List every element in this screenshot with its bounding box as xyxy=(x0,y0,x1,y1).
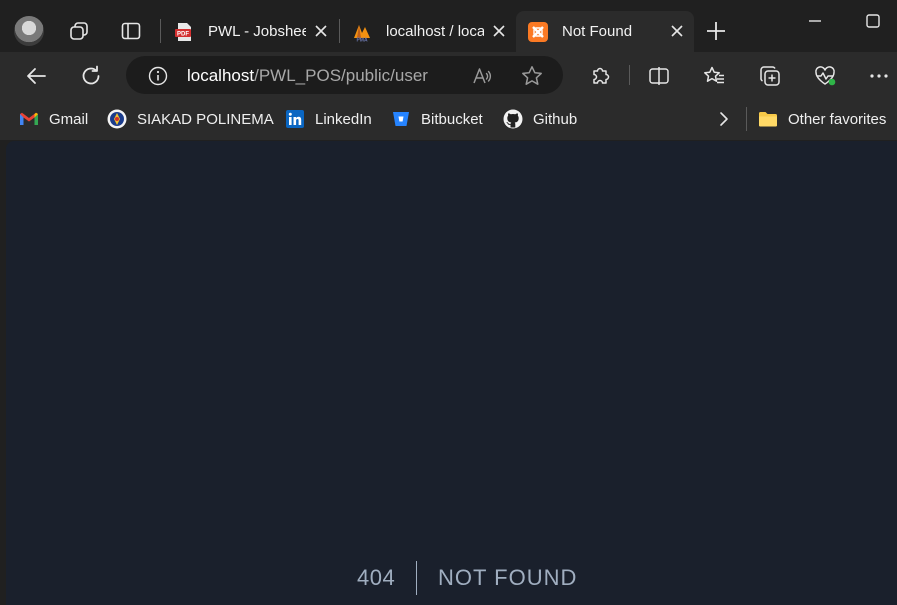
other-favorites-label: Other favorites xyxy=(788,110,887,128)
back-icon[interactable] xyxy=(24,64,48,88)
favorites-overflow-chevron-icon[interactable] xyxy=(714,108,734,130)
favorite-github[interactable]: Github xyxy=(503,108,577,130)
close-tab-icon[interactable] xyxy=(490,22,508,40)
xampp-icon xyxy=(528,21,548,42)
navigation-toolbar: localhost/PWL_POS/public/user xyxy=(0,52,897,98)
profile-avatar[interactable] xyxy=(14,16,44,46)
url-host: localhost xyxy=(187,66,255,85)
refresh-icon[interactable] xyxy=(79,64,103,88)
phpmyadmin-icon: PMA xyxy=(352,22,372,42)
pdf-icon: PDF xyxy=(174,22,194,42)
tab-phpmyadmin[interactable]: PMA localhost / loca xyxy=(340,11,516,52)
close-tab-icon[interactable] xyxy=(312,22,330,40)
error-message: NOT FOUND xyxy=(438,565,578,590)
maximize-icon[interactable] xyxy=(864,12,882,30)
other-favorites-folder[interactable]: Other favorites xyxy=(758,108,886,130)
tab-not-found[interactable]: Not Found xyxy=(516,11,694,52)
tab-strip: PDF PWL - Jobshee PMA localhost / loca N… xyxy=(0,0,897,52)
tab-title: localhost / loca xyxy=(386,23,484,40)
favorite-label: Github xyxy=(533,110,578,128)
error-divider xyxy=(416,561,417,595)
collections-icon[interactable] xyxy=(758,64,782,88)
favorites-bar: Gmail SIAKAD POLINEMA LinkedIn Bitbucket… xyxy=(0,98,897,140)
favorites-separator xyxy=(746,107,747,131)
error-code: 404 xyxy=(357,565,396,590)
url-text[interactable]: localhost/PWL_POS/public/user xyxy=(187,66,428,86)
tab-title: Not Found xyxy=(562,23,633,40)
split-screen-icon[interactable] xyxy=(647,64,671,88)
github-icon xyxy=(503,109,523,129)
favorite-siakad-polinema[interactable]: SIAKAD POLINEMA xyxy=(107,108,274,130)
tab-title: PWL - Jobshee xyxy=(208,23,306,40)
vertical-tabs-icon[interactable] xyxy=(120,20,142,42)
tab-pwl-jobsheet[interactable]: PDF PWL - Jobshee xyxy=(162,11,338,52)
favorite-label: Gmail xyxy=(49,110,89,128)
workspaces-icon[interactable] xyxy=(68,20,90,42)
favorite-label: LinkedIn xyxy=(315,110,372,128)
folder-icon xyxy=(758,109,778,129)
linkedin-icon xyxy=(285,109,305,129)
favorite-star-icon[interactable] xyxy=(520,64,544,88)
address-bar[interactable]: localhost/PWL_POS/public/user xyxy=(126,56,563,94)
favorite-bitbucket[interactable]: Bitbucket xyxy=(391,108,483,130)
toolbar-separator xyxy=(629,65,630,85)
favorite-gmail[interactable]: Gmail xyxy=(19,108,88,130)
svg-text:PMA: PMA xyxy=(356,37,368,42)
new-tab-icon[interactable] xyxy=(705,20,727,42)
tab-separator xyxy=(160,19,161,43)
extensions-icon[interactable] xyxy=(588,64,612,88)
url-path: /PWL_POS/public/user xyxy=(254,66,428,85)
page-content: 404 NOT FOUND xyxy=(6,141,897,605)
minimize-icon[interactable] xyxy=(806,12,824,30)
favorite-label: Bitbucket xyxy=(421,110,483,128)
svg-text:PDF: PDF xyxy=(177,31,189,37)
favorite-label: SIAKAD POLINEMA xyxy=(137,110,274,128)
gmail-icon xyxy=(19,109,39,129)
read-aloud-icon[interactable] xyxy=(471,65,493,87)
favorite-linkedin[interactable]: LinkedIn xyxy=(285,108,372,130)
polinema-icon xyxy=(107,109,127,129)
more-menu-icon[interactable] xyxy=(867,64,891,88)
browser-essentials-icon[interactable] xyxy=(813,64,837,88)
favorites-icon[interactable] xyxy=(702,64,726,88)
close-tab-icon[interactable] xyxy=(668,22,686,40)
bitbucket-icon xyxy=(391,109,411,129)
site-info-icon[interactable] xyxy=(148,66,168,86)
